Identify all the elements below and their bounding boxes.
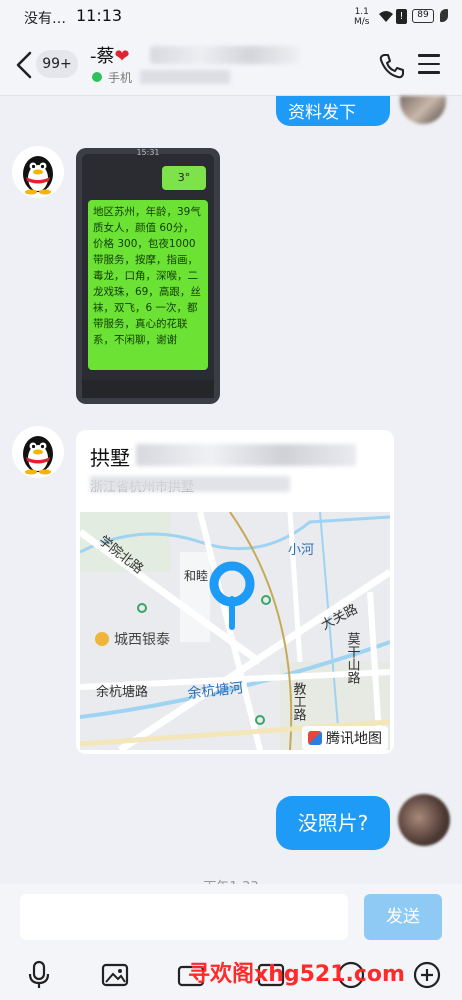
screenshot-small-bubble: 3° [162,166,206,190]
phone-icon[interactable] [378,52,406,80]
map-label: 和睦 [184,569,208,583]
wifi-icon [379,11,393,22]
screenshot-bottom-bar [82,380,214,398]
send-button[interactable]: 发送 [364,894,442,940]
message-bubble-outgoing[interactable]: 资料发下 [276,96,390,126]
map-label: 小河 [288,543,314,558]
location-title: 拱墅 [90,446,130,470]
back-arrow-icon[interactable] [12,50,38,80]
screenshot-time: 15:31 [136,148,160,157]
map-label: 教工路 [291,681,307,721]
location-message[interactable]: 拱墅 浙江省杭州市拱墅 学院北路 和睦 小河 城西银泰 大关路 余杭塘路 余杭塘… [76,430,394,754]
alert-icon: ! [396,9,407,24]
message-input[interactable] [20,894,348,940]
status-bar: 没有… 11:13 1.1 M/s ! 89 [0,0,462,36]
contact-avatar[interactable] [12,146,64,198]
penguin-icon [23,436,53,475]
location-title-redaction [136,444,356,466]
penguin-icon [23,156,53,195]
message-text: 没照片? [297,811,369,835]
contact-avatar[interactable] [12,426,64,478]
online-status-dot [92,72,102,82]
my-avatar[interactable] [398,794,450,846]
map-brand-label: 腾讯地图 [326,731,382,747]
contact-name-redaction [150,46,300,64]
map-label: 城西银泰 [114,632,170,648]
network-speed-value: 1.1 [354,7,369,17]
message-text: 资料发下 [288,103,356,123]
my-avatar-partial[interactable] [400,96,446,124]
map-brand: 腾讯地图 [302,726,388,750]
online-status-text: 手机 [108,71,133,85]
location-address-redaction [90,476,290,492]
tencent-map-icon [308,731,322,745]
map-label: 莫干山路 [345,632,361,684]
message-bubble-outgoing[interactable]: 没照片? [276,796,390,850]
watermark-text: 寻欢阁xhg521.com [188,962,405,987]
input-bar: 发送 [0,884,462,950]
carrier-text: 没有… [24,11,66,27]
map-preview[interactable]: 学院北路 和睦 小河 城西银泰 大关路 余杭塘路 余杭塘河 教工路 莫干山路 [80,512,390,750]
menu-icon[interactable] [418,54,440,80]
leaf-icon [440,9,448,22]
network-speed-unit: M/s [354,17,370,27]
online-status-redaction [140,70,230,84]
image-message[interactable]: 15:31 3° 地区苏州，年龄，39气质女人，颜值 60分，价格 300，包夜… [76,148,220,404]
clock: 11:13 [76,6,123,25]
chat-header: 99+ -蔡❤ 手机 [0,36,462,96]
battery-icon: 89 [412,9,434,23]
battery-level: 89 [417,10,429,20]
contact-name[interactable]: -蔡❤ [90,42,130,68]
heart-icon: ❤ [114,46,130,67]
image-icon[interactable] [100,960,130,990]
network-speed: 1.1 M/s [354,7,370,27]
microphone-icon[interactable] [24,960,54,990]
plus-icon[interactable] [412,960,442,990]
contact-name-text: -蔡 [90,46,115,67]
map-label: 余杭塘路 [96,684,148,700]
screenshot-message-text: 地区苏州，年龄，39气质女人，颜值 60分，价格 300，包夜1000 带服务，… [88,200,208,370]
unread-badge[interactable]: 99+ [36,50,78,78]
